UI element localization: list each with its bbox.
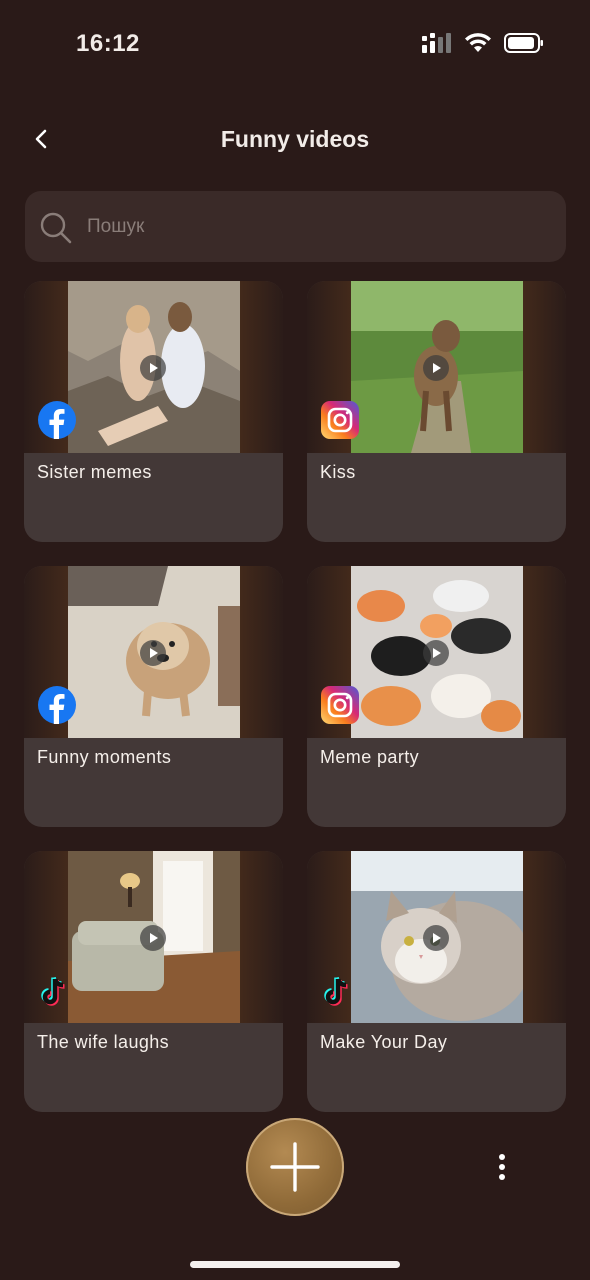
page-title: Funny videos: [220, 126, 370, 152]
status-time: 16:12: [76, 30, 140, 57]
battery-icon: [504, 33, 543, 53]
video-title: The wife laughs: [37, 1032, 170, 1052]
video-card[interactable]: Funny moments: [24, 566, 283, 827]
home-indicator: [190, 1261, 400, 1268]
instagram-icon: [321, 401, 359, 439]
tiktok-icon: [41, 976, 65, 1006]
status-bar: 16:12: [0, 0, 590, 90]
search-icon: [40, 212, 72, 244]
video-title: Make Your Day: [320, 1032, 448, 1052]
video-card[interactable]: Sister memes: [24, 281, 283, 542]
video-card[interactable]: Meme party: [307, 566, 566, 827]
video-title: Sister memes: [37, 462, 152, 482]
search-input[interactable]: [85, 205, 549, 249]
facebook-icon: [38, 686, 76, 724]
play-icon: [140, 640, 166, 666]
video-title: Funny moments: [37, 747, 172, 767]
signal-icon: [422, 33, 451, 53]
add-video-button[interactable]: [246, 1118, 344, 1216]
plus-icon: [270, 1142, 320, 1192]
video-card[interactable]: Kiss: [307, 281, 566, 542]
wifi-icon: [465, 33, 491, 52]
play-icon: [423, 640, 449, 666]
play-icon: [140, 355, 166, 381]
more-options-button[interactable]: [490, 1148, 514, 1188]
status-icons: [422, 32, 544, 54]
play-icon: [140, 925, 166, 951]
video-card[interactable]: The wife laughs: [24, 851, 283, 1112]
header: Funny videos: [0, 110, 590, 170]
instagram-icon: [321, 686, 359, 724]
search-bar[interactable]: [25, 191, 566, 262]
more-vertical-icon: [499, 1154, 505, 1180]
play-icon: [423, 355, 449, 381]
play-icon: [423, 925, 449, 951]
facebook-icon: [38, 401, 76, 439]
video-title: Meme party: [320, 747, 420, 767]
video-card[interactable]: Make Your Day: [307, 851, 566, 1112]
video-title: Kiss: [320, 462, 356, 482]
tiktok-icon: [324, 976, 348, 1006]
